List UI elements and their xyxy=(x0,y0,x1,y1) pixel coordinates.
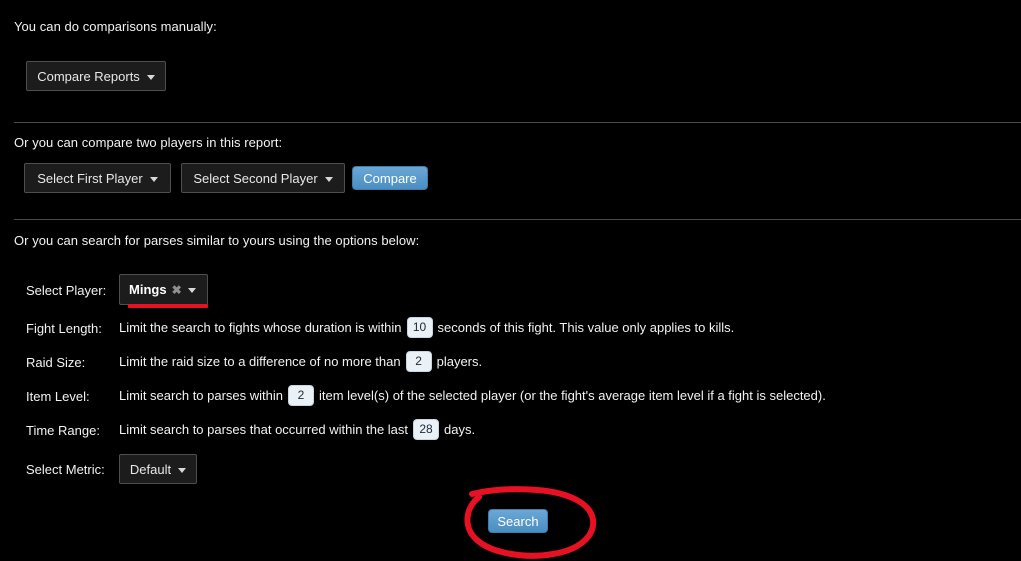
two-player-comparison-lead: Or you can compare two players in this r… xyxy=(14,135,283,150)
select-player-dropdown[interactable]: Mings ✖ xyxy=(119,274,208,305)
time-range-input[interactable] xyxy=(413,418,440,440)
item-level-row: Limit search to parses within item level… xyxy=(119,382,826,408)
select-metric-value: Default xyxy=(129,461,172,477)
select-metric-dropdown[interactable]: Default xyxy=(119,454,197,484)
raid-size-label: Raid Size: xyxy=(26,355,86,370)
raid-size-text-before: Limit the raid size to a difference of n… xyxy=(119,353,401,369)
select-player-label: Select Player: xyxy=(26,283,107,298)
select-second-player-dropdown[interactable]: Select Second Player xyxy=(181,163,345,193)
select-first-player-label: Select First Player xyxy=(37,170,143,186)
time-range-text-before: Limit search to parses that occurred wit… xyxy=(119,421,409,437)
raid-size-row: Limit the raid size to a difference of n… xyxy=(119,348,482,374)
fight-length-input[interactable] xyxy=(406,316,433,338)
annotation-underline xyxy=(128,304,208,308)
time-range-text-after: days. xyxy=(444,421,476,437)
chevron-down-icon xyxy=(149,176,158,182)
similar-search-lead: Or you can search for parses similar to … xyxy=(14,233,420,248)
selected-player-name: Mings xyxy=(129,282,167,297)
search-button[interactable]: Search xyxy=(488,509,548,533)
section-divider-2 xyxy=(14,219,1021,220)
selected-player-tag: Mings ✖ xyxy=(129,282,182,297)
fight-length-row: Limit the search to fights whose duratio… xyxy=(119,314,734,340)
item-level-text-after: item level(s) of the selected player (or… xyxy=(319,387,826,403)
chevron-down-icon xyxy=(324,176,333,182)
manual-comparison-lead: You can do comparisons manually: xyxy=(14,19,217,34)
item-level-label: Item Level: xyxy=(26,389,90,404)
select-metric-label: Select Metric: xyxy=(26,462,105,477)
chevron-down-icon xyxy=(187,288,196,293)
item-level-input[interactable] xyxy=(288,384,315,406)
fight-length-text-before: Limit the search to fights whose duratio… xyxy=(119,319,402,335)
compare-reports-label: Compare Reports xyxy=(37,68,140,84)
item-level-text-before: Limit search to parses within xyxy=(119,387,284,403)
select-second-player-label: Select Second Player xyxy=(193,170,318,186)
time-range-label: Time Range: xyxy=(26,423,100,438)
compare-button[interactable]: Compare xyxy=(352,166,428,190)
select-first-player-dropdown[interactable]: Select First Player xyxy=(24,163,171,193)
section-divider-1 xyxy=(14,122,1021,123)
page-root: You can do comparisons manually: Compare… xyxy=(0,0,1021,561)
fight-length-text-after: seconds of this fight. This value only a… xyxy=(437,319,735,335)
raid-size-input[interactable] xyxy=(405,350,432,372)
remove-player-icon[interactable]: ✖ xyxy=(172,284,182,296)
raid-size-text-after: players. xyxy=(436,353,483,369)
compare-reports-dropdown[interactable]: Compare Reports xyxy=(26,61,166,91)
fight-length-label: Fight Length: xyxy=(26,321,102,336)
chevron-down-icon xyxy=(178,467,187,473)
time-range-row: Limit search to parses that occurred wit… xyxy=(119,416,475,442)
chevron-down-icon xyxy=(146,74,155,80)
